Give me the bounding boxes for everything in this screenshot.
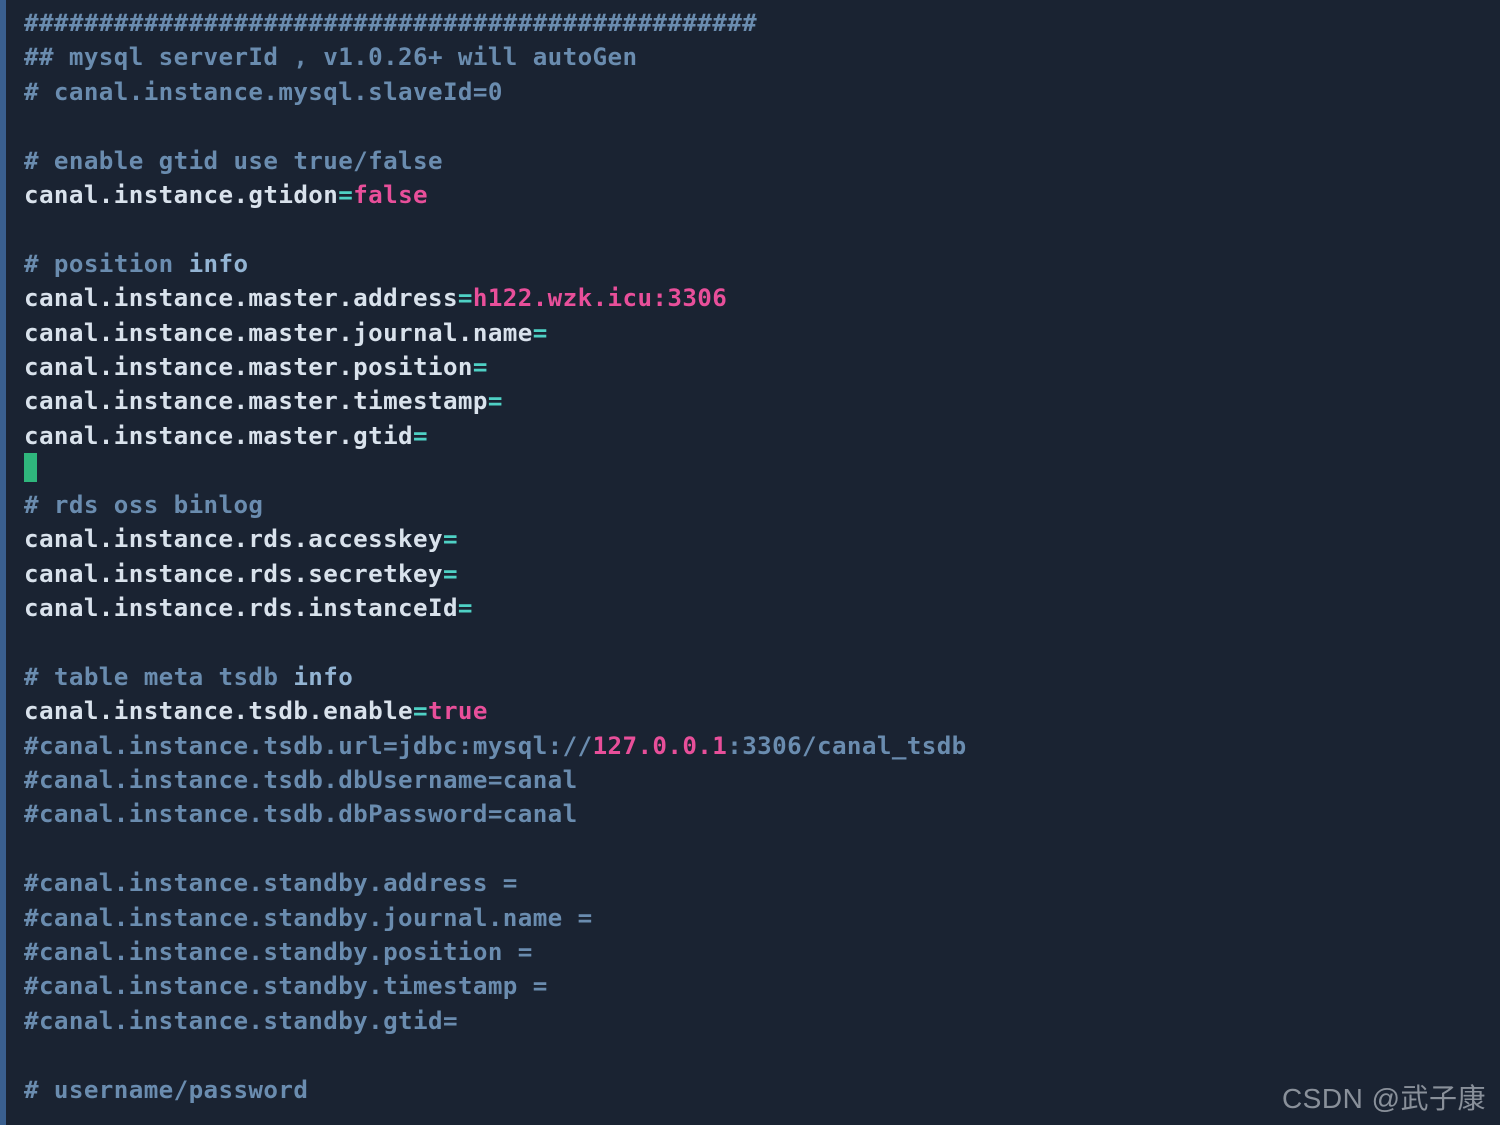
- prop-key-tsdb-enable: canal.instance.tsdb.enable: [24, 697, 413, 725]
- equals: =: [443, 525, 458, 553]
- equals: =: [413, 422, 428, 450]
- prop-key-timestamp: canal.instance.master.timestamp: [24, 387, 488, 415]
- comment-line: #canal.instance.standby.journal.name =: [24, 904, 593, 932]
- comment-line: #canal.instance.standby.position =: [24, 938, 533, 966]
- comment-line: #canal.instance.standby.address =: [24, 869, 518, 897]
- prop-val-tsdb-enable: true: [428, 697, 488, 725]
- comment-info: info: [293, 663, 353, 691]
- prop-key-secretkey: canal.instance.rds.secretkey: [24, 560, 443, 588]
- prop-key-address: canal.instance.master.address: [24, 284, 458, 312]
- comment-line: # enable gtid use true/false: [24, 147, 443, 175]
- equals: =: [533, 319, 548, 347]
- prop-key-gtid: canal.instance.master.gtid: [24, 422, 413, 450]
- equals: =: [458, 594, 473, 622]
- code-editor[interactable]: ########################################…: [6, 0, 1500, 1107]
- prop-key-journal-name: canal.instance.master.journal.name: [24, 319, 533, 347]
- comment-line: # canal.instance.mysql.slaveId=0: [24, 78, 503, 106]
- equals: =: [458, 284, 473, 312]
- equals: =: [338, 181, 353, 209]
- prop-key-gtidon: canal.instance.gtidon: [24, 181, 338, 209]
- cursor: [24, 453, 37, 482]
- prop-key-accesskey: canal.instance.rds.accesskey: [24, 525, 443, 553]
- comment-info: info: [189, 250, 249, 278]
- equals: =: [488, 387, 503, 415]
- equals: =: [473, 353, 488, 381]
- comment-line: #canal.instance.tsdb.dbPassword=canal: [24, 800, 578, 828]
- comment-line: # username/password: [24, 1076, 308, 1104]
- comment-line: #canal.instance.standby.timestamp =: [24, 972, 548, 1000]
- comment-line: #canal.instance.tsdb.dbUsername=canal: [24, 766, 578, 794]
- equals: =: [443, 560, 458, 588]
- prop-key-position: canal.instance.master.position: [24, 353, 473, 381]
- comment-line: #canal.instance.tsdb.url=jdbc:mysql://: [24, 732, 593, 760]
- comment-line: # position: [24, 250, 189, 278]
- comment-line: # rds oss binlog: [24, 491, 263, 519]
- ip-literal: 127.0.0.1: [593, 732, 728, 760]
- comment-line: ########################################…: [24, 9, 757, 37]
- prop-val-gtidon: false: [353, 181, 428, 209]
- comment-line: ## mysql serverId , v1.0.26+ will autoGe…: [24, 43, 637, 71]
- comment-line: :3306/canal_tsdb: [727, 732, 966, 760]
- equals: =: [413, 697, 428, 725]
- comment-line: #canal.instance.standby.gtid=: [24, 1007, 458, 1035]
- comment-line: # table meta tsdb: [24, 663, 293, 691]
- prop-val-address: h122.wzk.icu:3306: [473, 284, 727, 312]
- prop-key-instanceid: canal.instance.rds.instanceId: [24, 594, 458, 622]
